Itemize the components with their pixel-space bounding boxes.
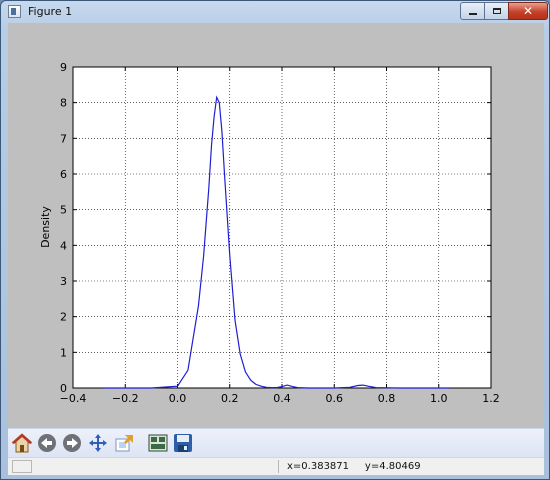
y-tick-label: 6 — [60, 168, 67, 181]
forward-button[interactable] — [61, 432, 83, 454]
figure-canvas[interactable]: −0.4 −0.2 0.0 0.2 0.4 0.6 0.8 1.0 1.2 0 1 2 3 4 5 6 7 8 9 … — [8, 23, 544, 428]
y-tick-label: 5 — [60, 204, 67, 217]
status-indicator — [12, 460, 32, 473]
navigation-toolbar — [8, 428, 544, 457]
app-icon — [8, 5, 21, 18]
cursor-coordinates: x=0.383871 y=4.80469 — [287, 461, 421, 472]
close-icon: ✕ — [522, 4, 534, 18]
back-arrow-icon — [38, 434, 56, 452]
y-tick-label: 9 — [60, 61, 67, 74]
save-icon — [174, 434, 192, 452]
title-bar[interactable]: Figure 1 ✕ — [1, 1, 549, 23]
home-icon — [11, 433, 33, 453]
subplots-button[interactable] — [147, 432, 169, 454]
x-tick-label: 1.2 — [482, 392, 500, 405]
density-chart: −0.4 −0.2 0.0 0.2 0.4 0.6 0.8 1.0 1.20123456789 … — [39, 61, 500, 405]
minimize-button[interactable] — [460, 2, 485, 20]
save-button[interactable] — [172, 432, 194, 454]
window-title: Figure 1 — [28, 5, 73, 18]
minimize-icon — [461, 3, 484, 19]
zoom-icon — [115, 435, 133, 452]
pan-icon — [89, 434, 107, 452]
pan-button[interactable] — [87, 432, 109, 454]
zoom-button[interactable] — [113, 432, 135, 454]
figure-window: Figure 1 ✕ −0.4 −0.2 0.0 0.2 0.4 0.6 0.8 1.0 1.2… — [0, 0, 550, 480]
y-tick-label: 2 — [60, 311, 67, 324]
status-divider — [278, 460, 279, 473]
status-bar: x=0.383871 y=4.80469 — [8, 457, 544, 475]
home-button[interactable] — [11, 432, 33, 454]
close-button[interactable]: ✕ — [508, 2, 548, 20]
x-tick-label: 0.2 — [221, 392, 239, 405]
y-tick-label: 3 — [60, 275, 67, 288]
y-tick-label: 7 — [60, 132, 67, 145]
forward-arrow-icon — [63, 434, 81, 452]
y-tick-label: 4 — [60, 239, 67, 252]
x-tick-label: 1.0 — [430, 392, 448, 405]
x-tick-label: −0.2 — [112, 392, 139, 405]
x-tick-label: 0.0 — [169, 392, 187, 405]
subplots-icon — [148, 434, 168, 452]
x-tick-label: 0.6 — [326, 392, 344, 405]
y-tick-label: 1 — [60, 346, 67, 359]
maximize-button[interactable] — [484, 2, 509, 20]
y-tick-label: 0 — [60, 382, 67, 395]
y-axis-label: Density — [39, 206, 52, 248]
maximize-icon — [485, 3, 508, 19]
x-tick-label: 0.8 — [378, 392, 396, 405]
y-tick-label: 8 — [60, 97, 67, 110]
back-button[interactable] — [36, 432, 58, 454]
x-tick-label: 0.4 — [273, 392, 291, 405]
